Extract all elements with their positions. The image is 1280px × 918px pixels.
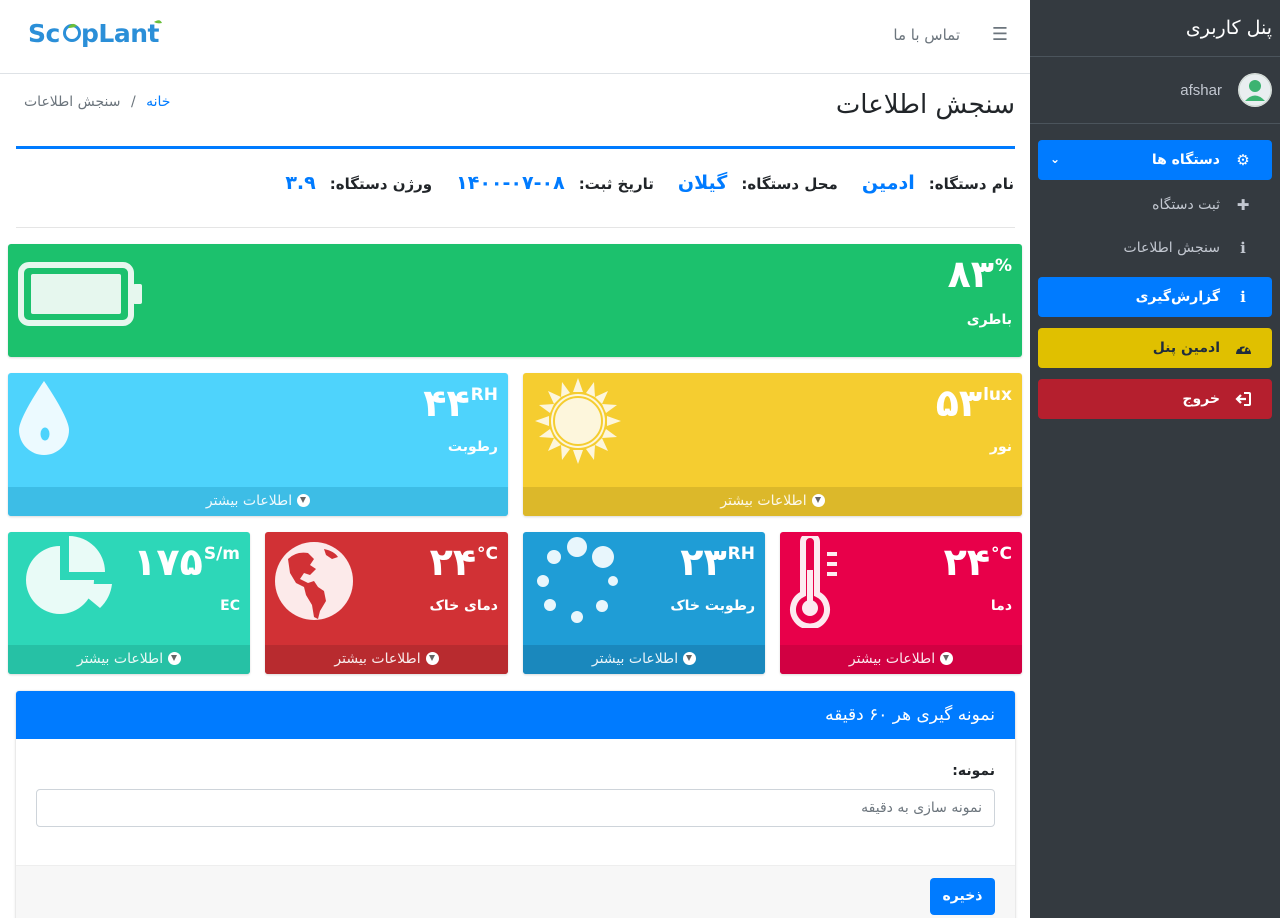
scoplant-logo[interactable]: Sc pLant	[28, 16, 164, 54]
breadcrumb-current: سنجش اطلاعات	[24, 94, 121, 110]
sampling-form: نمونه: نمونه سازی به دقیقه	[16, 739, 1015, 847]
card-footer: ذخیره	[16, 865, 1015, 918]
username[interactable]: afshar	[1180, 82, 1222, 99]
temperature-more-info-link[interactable]: اطلاعات بیشتر	[780, 645, 1022, 674]
top-navbar: Sc pLant تماس با ما ☰	[0, 0, 1030, 74]
sidebar-item-label: سنجش اطلاعات	[1123, 240, 1220, 256]
menu-toggle-icon[interactable]: ☰	[992, 24, 1008, 45]
arrow-circle-down-icon	[811, 493, 825, 507]
soil-temperature-value: ۲۴°C	[429, 540, 498, 584]
sidebar-brand[interactable]: پنل کاربری	[1030, 0, 1280, 57]
battery-label: باطری	[966, 312, 1012, 328]
plus-icon: ✚	[1236, 196, 1250, 214]
sidebar-item-reports[interactable]: ℹ گزارش‌گیری	[1038, 277, 1272, 317]
humidity-label: رطوبت	[447, 439, 498, 455]
sidebar-item-devices[interactable]: ⚙ دستگاه ها ⌄	[1038, 140, 1272, 180]
temperature-label: دما	[990, 598, 1012, 614]
sun-icon	[533, 376, 623, 470]
breadcrumb-separator: /	[130, 94, 136, 110]
soil-temperature-more-info-link[interactable]: اطلاعات بیشتر	[265, 645, 508, 674]
device-version-label: ورژن دستگاه:	[329, 175, 433, 193]
light-more-info-link[interactable]: اطلاعات بیشتر	[523, 487, 1022, 516]
arrow-circle-down-icon	[168, 651, 182, 665]
arrow-circle-down-icon	[940, 651, 954, 665]
info-icon: ℹ	[1240, 239, 1246, 257]
divider	[16, 227, 1015, 228]
divider	[16, 146, 1015, 149]
sampling-card-title: نمونه گیری هر ۶۰ دقیقه	[16, 691, 1015, 739]
globe-americas-icon	[274, 541, 354, 625]
soil-temperature-label: دمای خاک	[429, 598, 499, 614]
humidity-box: ۴۴RH رطوبت اطلاعات بیشتر	[8, 373, 508, 516]
sidebar-item-label: دستگاه ها	[1151, 152, 1220, 168]
sidebar-title: پنل کاربری	[1185, 17, 1272, 39]
water-drop-icon	[16, 379, 72, 459]
battery-value: ۸۳%	[947, 252, 1012, 296]
sampling-card: نمونه گیری هر ۶۰ دقیقه نمونه: نمونه سازی…	[16, 691, 1015, 918]
page-title: سنجش اطلاعات	[835, 90, 1015, 120]
sidebar-item-label: خروج	[1182, 391, 1220, 407]
soil-humidity-value: ۲۳RH	[680, 540, 755, 584]
dashboard-icon	[1234, 341, 1252, 355]
save-button[interactable]: ذخیره	[930, 878, 995, 915]
ec-value: ۱۷۵S/m	[133, 540, 240, 584]
ec-label: EC	[220, 598, 240, 614]
spinner-icon	[533, 534, 623, 630]
temperature-value: ۲۴°C	[943, 540, 1012, 584]
user-panel: afshar	[1030, 57, 1280, 124]
humidity-value: ۴۴RH	[423, 381, 498, 425]
soil-humidity-box: ۲۳RH رطوبت خاک اطلاعات بیشتر	[523, 532, 765, 674]
sidebar-item-label: ثبت دستگاه	[1152, 197, 1220, 213]
contact-us-link[interactable]: تماس با ما	[893, 26, 960, 44]
ec-box: ۱۷۵S/m EC اطلاعات بیشتر	[8, 532, 250, 674]
sidebar: پنل کاربری afshar ⚙ دستگاه ها ⌄ ✚ ثبت دس…	[1030, 0, 1280, 918]
device-location-label: محل دستگاه:	[741, 175, 838, 193]
light-box: ۵۳lux نور اطلاعات بیشتر	[523, 373, 1022, 516]
sidebar-item-register-device[interactable]: ✚ ثبت دستگاه	[1038, 185, 1272, 225]
temperature-box: ۲۴°C دما اطلاعات بیشتر	[780, 532, 1022, 674]
sidebar-item-admin-panel[interactable]: ادمین پنل	[1038, 328, 1272, 368]
gear-icon: ⚙	[1236, 151, 1250, 169]
ec-more-info-link[interactable]: اطلاعات بیشتر	[8, 645, 250, 674]
arrow-circle-down-icon	[297, 493, 311, 507]
sidebar-item-label: ادمین پنل	[1152, 340, 1220, 356]
device-name: ادمین	[861, 172, 915, 194]
soil-humidity-more-info-link[interactable]: اطلاعات بیشتر	[523, 645, 765, 674]
soil-humidity-label: رطوبت خاک	[670, 598, 755, 614]
sign-out-icon	[1234, 392, 1252, 406]
sidebar-item-measure[interactable]: ℹ سنجش اطلاعات	[1038, 228, 1272, 268]
device-info: نام دستگاه: ادمین محل دستگاه: گیلان تاری…	[261, 172, 1014, 194]
breadcrumb: خانه / سنجش اطلاعات	[24, 94, 170, 110]
thermometer-icon	[788, 532, 848, 632]
svg-text:pLant: pLant	[81, 19, 159, 48]
battery-icon	[18, 262, 144, 330]
info-icon: ℹ	[1240, 288, 1246, 306]
svg-text:Sc: Sc	[28, 19, 60, 48]
sidebar-item-label: گزارش‌گیری	[1135, 289, 1220, 305]
sidebar-nav: ⚙ دستگاه ها ⌄ ✚ ثبت دستگاه ℹ سنجش اطلاعا…	[1030, 124, 1280, 419]
arrow-circle-down-icon	[683, 651, 697, 665]
light-value: ۵۳lux	[935, 381, 1012, 425]
pie-chart-icon	[16, 534, 116, 618]
light-label: نور	[989, 439, 1012, 455]
sample-minutes-input[interactable]: نمونه سازی به دقیقه	[36, 789, 995, 827]
battery-box: ۸۳% باطری	[8, 244, 1022, 357]
device-location: گیلان	[677, 172, 728, 194]
device-date-label: تاریخ ثبت:	[578, 175, 654, 193]
breadcrumb-home[interactable]: خانه	[146, 94, 170, 110]
main-content: سنجش اطلاعات خانه / سنجش اطلاعات نام دست…	[0, 74, 1030, 918]
device-name-label: نام دستگاه:	[928, 175, 1014, 193]
soil-temperature-box: ۲۴°C دمای خاک اطلاعات بیشتر	[265, 532, 508, 674]
chevron-down-icon: ⌄	[1050, 152, 1061, 166]
device-version: ۳.۹	[285, 172, 316, 194]
humidity-more-info-link[interactable]: اطلاعات بیشتر	[8, 487, 508, 516]
arrow-circle-down-icon	[425, 651, 439, 665]
avatar[interactable]	[1238, 73, 1272, 107]
sample-field-label: نمونه:	[952, 763, 995, 779]
sidebar-item-logout[interactable]: خروج	[1038, 379, 1272, 419]
device-date: ۱۴۰۰-۰۷-۰۸	[456, 172, 565, 194]
